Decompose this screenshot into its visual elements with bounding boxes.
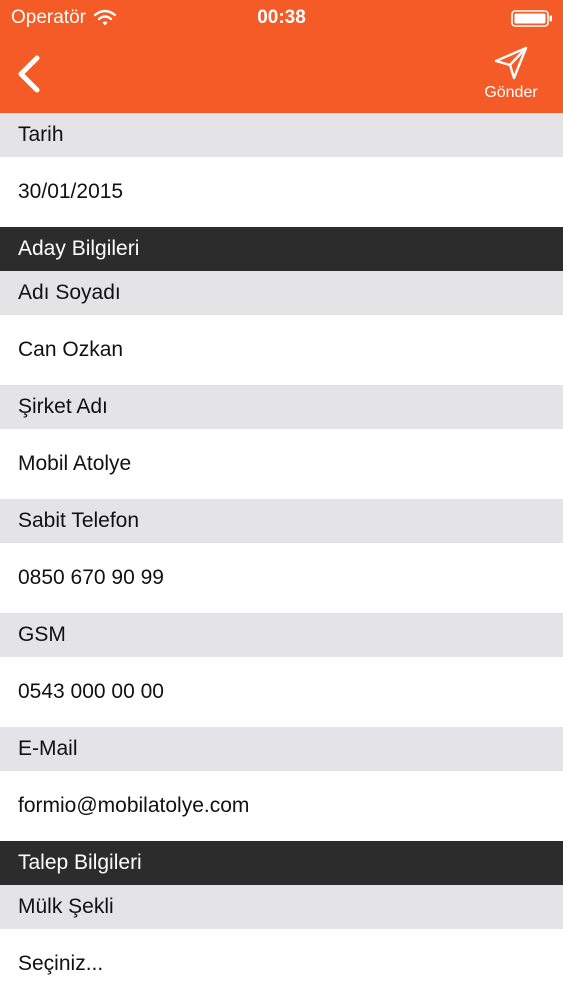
section-header-aday: Aday Bilgileri <box>0 227 563 271</box>
screen: Operatör 00:38 Gönder Tarih 30/01/2015 A… <box>0 0 563 1000</box>
email-label: E-Mail <box>0 727 563 771</box>
form: Tarih 30/01/2015 Aday Bilgileri Adı Soya… <box>0 113 563 999</box>
send-label: Gönder <box>484 84 538 101</box>
tarih-field[interactable]: 30/01/2015 <box>0 157 563 227</box>
battery-icon <box>511 10 552 27</box>
sabit-telefon-field[interactable]: 0850 670 90 99 <box>0 543 563 613</box>
mulk-sekli-label: Mülk Şekli <box>0 885 563 929</box>
tarih-label: Tarih <box>0 113 563 157</box>
adi-soyadi-label: Adı Soyadı <box>0 271 563 315</box>
paper-plane-icon <box>494 46 528 80</box>
adi-soyadi-field[interactable]: Can Ozkan <box>0 315 563 385</box>
chevron-left-icon <box>18 55 40 93</box>
section-header-talep: Talep Bilgileri <box>0 841 563 885</box>
sabit-telefon-label: Sabit Telefon <box>0 499 563 543</box>
mulk-sekli-select[interactable]: Seçiniz... <box>0 929 563 999</box>
status-time: 00:38 <box>257 7 306 28</box>
back-button[interactable] <box>12 54 46 94</box>
sirket-field[interactable]: Mobil Atolye <box>0 429 563 499</box>
gsm-field[interactable]: 0543 000 00 00 <box>0 657 563 727</box>
send-button[interactable]: Gönder <box>465 44 557 108</box>
sirket-label: Şirket Adı <box>0 385 563 429</box>
gsm-label: GSM <box>0 613 563 657</box>
header: Operatör 00:38 Gönder <box>0 0 563 113</box>
email-field[interactable]: formio@mobilatolye.com <box>0 771 563 841</box>
